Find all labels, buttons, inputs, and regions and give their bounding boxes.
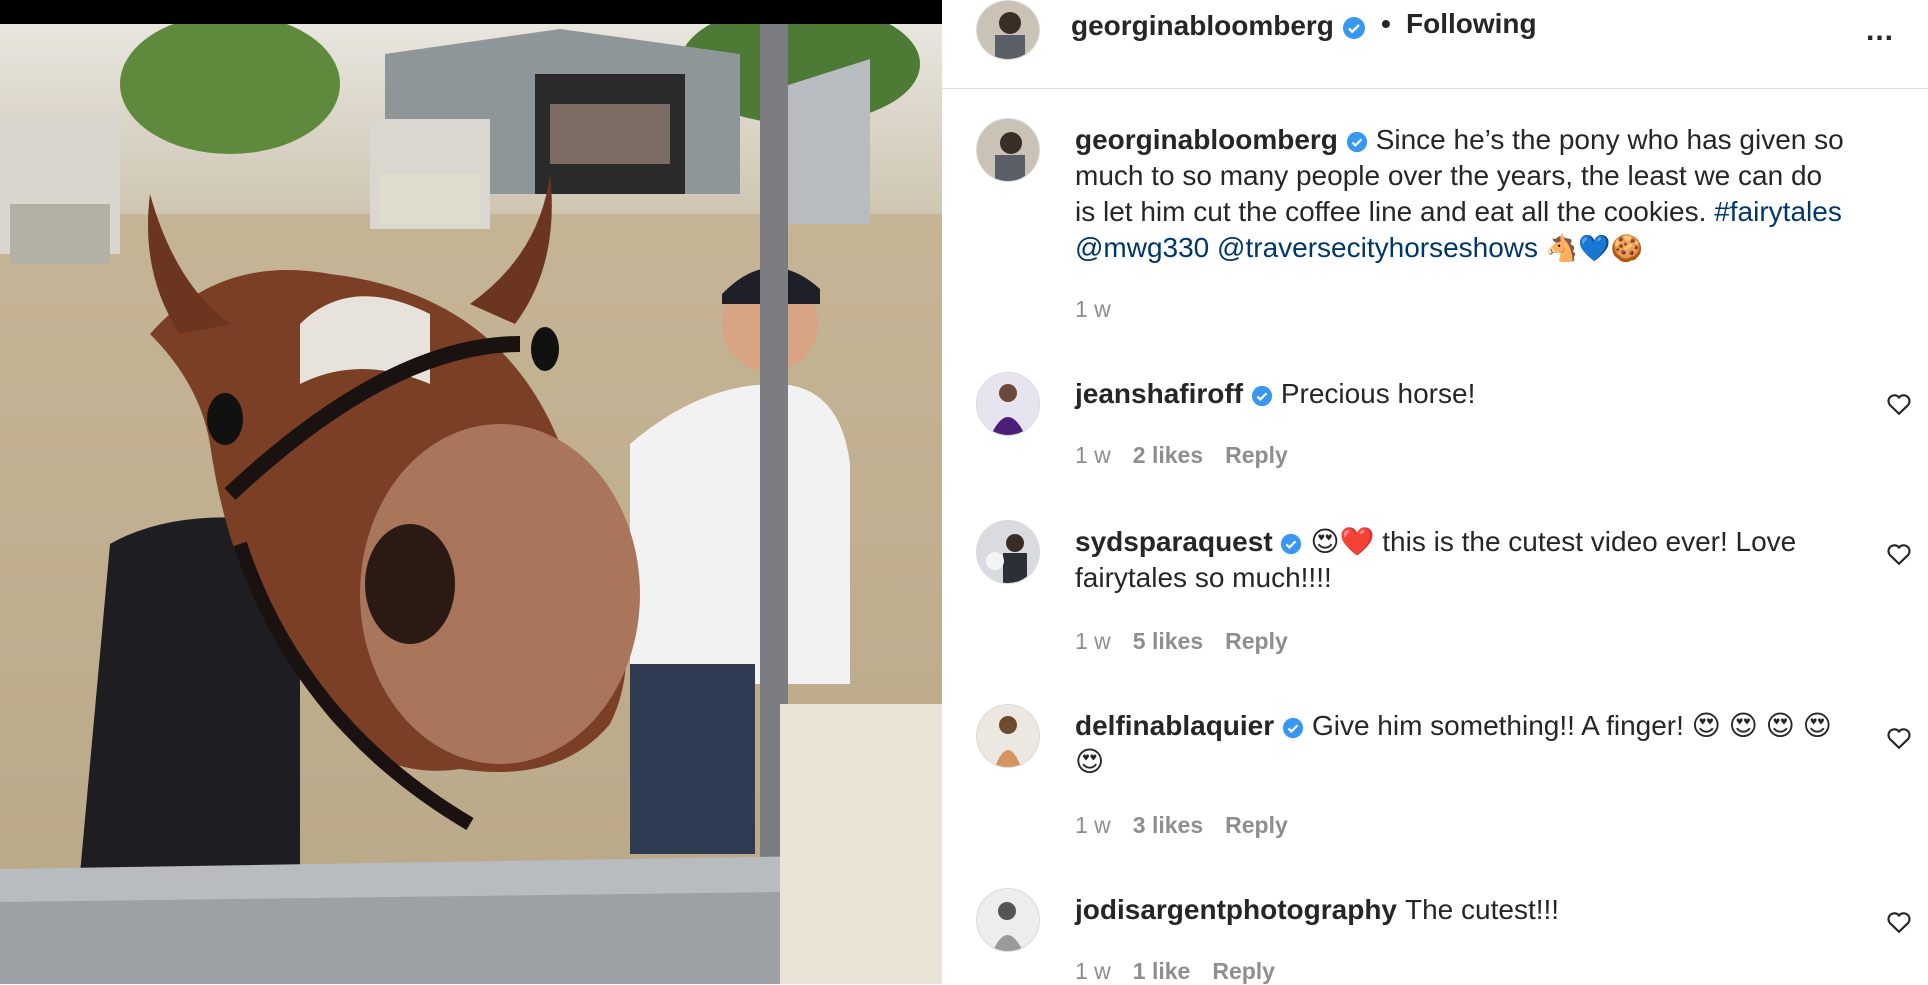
comment-likes[interactable]: 1 like bbox=[1133, 958, 1191, 984]
caption-emojis: 🐴💙🍪 bbox=[1545, 234, 1643, 264]
comment-username[interactable]: jeanshafiroff bbox=[1075, 378, 1273, 409]
reply-button[interactable]: Reply bbox=[1225, 628, 1288, 654]
comment-timestamp[interactable]: 1 w bbox=[1075, 812, 1111, 838]
caption-author-avatar[interactable] bbox=[976, 118, 1040, 182]
comment-text: jodisargentphotography The cutest!!! bbox=[1075, 892, 1850, 928]
heart-outline-icon[interactable] bbox=[1886, 542, 1912, 566]
post-header: georginabloomberg • Following ... bbox=[942, 0, 1928, 89]
author-username[interactable]: georginabloomberg bbox=[1071, 10, 1366, 42]
heart-outline-icon[interactable] bbox=[1886, 726, 1912, 750]
commenter-avatar[interactable] bbox=[976, 704, 1040, 768]
comment-username[interactable]: delfinablaquier bbox=[1075, 710, 1304, 741]
comment-username[interactable]: sydsparaquest bbox=[1075, 526, 1302, 557]
media-top-bar bbox=[0, 0, 942, 24]
comment-username-text[interactable]: jodisargentphotography bbox=[1075, 894, 1397, 925]
comment-text: delfinablaquier Give him something!! A f… bbox=[1075, 708, 1850, 780]
comment-body: The cutest!!! bbox=[1405, 894, 1560, 925]
comment-username[interactable]: jodisargentphotography bbox=[1075, 894, 1397, 925]
post-details-panel: georginabloomberg • Following ... georgi… bbox=[942, 0, 1928, 984]
comment-meta: 1 w 2 likes Reply bbox=[1075, 442, 1310, 469]
author-username-text[interactable]: georginabloomberg bbox=[1071, 10, 1334, 41]
commenter-avatar[interactable] bbox=[976, 888, 1040, 952]
following-button[interactable]: Following bbox=[1406, 8, 1537, 40]
comment-username-text[interactable]: sydsparaquest bbox=[1075, 526, 1273, 557]
commenter-avatar[interactable] bbox=[976, 520, 1040, 584]
comment-text: sydsparaquest 😍❤️ this is the cutest vid… bbox=[1075, 524, 1850, 596]
comment-likes[interactable]: 2 likes bbox=[1133, 442, 1203, 468]
comment-username-text[interactable]: jeanshafiroff bbox=[1075, 378, 1243, 409]
comment-text: jeanshafiroff Precious horse! bbox=[1075, 376, 1850, 412]
verified-badge-icon bbox=[1281, 533, 1302, 554]
commenter-avatar[interactable] bbox=[976, 372, 1040, 436]
comment-timestamp[interactable]: 1 w bbox=[1075, 958, 1111, 984]
author-avatar[interactable] bbox=[976, 0, 1040, 60]
caption-text: georginabloomberg Since he’s the pony wh… bbox=[1075, 122, 1850, 267]
mention-link[interactable]: @mwg330 bbox=[1075, 232, 1209, 263]
reply-button[interactable]: Reply bbox=[1225, 812, 1288, 838]
caption-meta: 1 w bbox=[1075, 296, 1133, 323]
verified-badge-icon bbox=[1342, 16, 1365, 39]
heart-outline-icon[interactable] bbox=[1886, 392, 1912, 416]
caption-username-text[interactable]: georginabloomberg bbox=[1075, 124, 1338, 155]
comment-timestamp[interactable]: 1 w bbox=[1075, 442, 1111, 468]
mention-link[interactable]: @traversecityhorseshows bbox=[1217, 232, 1538, 263]
comment-body: Precious horse! bbox=[1280, 378, 1476, 409]
verified-badge-icon bbox=[1251, 385, 1272, 406]
horse-video-frame bbox=[0, 24, 942, 984]
caption-username[interactable]: georginabloomberg bbox=[1075, 124, 1368, 155]
comment-meta: 1 w 5 likes Reply bbox=[1075, 628, 1310, 655]
comment-meta: 1 w 1 like Reply bbox=[1075, 958, 1297, 985]
verified-badge-icon bbox=[1282, 717, 1304, 738]
hashtag-link[interactable]: #fairytales bbox=[1714, 196, 1842, 227]
comment-timestamp[interactable]: 1 w bbox=[1075, 628, 1111, 654]
comment-likes[interactable]: 5 likes bbox=[1133, 628, 1203, 654]
comment-username-text[interactable]: delfinablaquier bbox=[1075, 710, 1274, 741]
header-separator: • bbox=[1381, 8, 1391, 39]
caption-timestamp[interactable]: 1 w bbox=[1075, 296, 1111, 322]
comment-likes[interactable]: 3 likes bbox=[1133, 812, 1203, 838]
post-media[interactable] bbox=[0, 0, 942, 984]
heart-outline-icon[interactable] bbox=[1886, 910, 1912, 934]
verified-badge-icon bbox=[1346, 131, 1367, 152]
comment-meta: 1 w 3 likes Reply bbox=[1075, 812, 1310, 839]
more-options-icon[interactable]: ... bbox=[1866, 14, 1894, 48]
reply-button[interactable]: Reply bbox=[1212, 958, 1275, 984]
reply-button[interactable]: Reply bbox=[1225, 442, 1288, 468]
